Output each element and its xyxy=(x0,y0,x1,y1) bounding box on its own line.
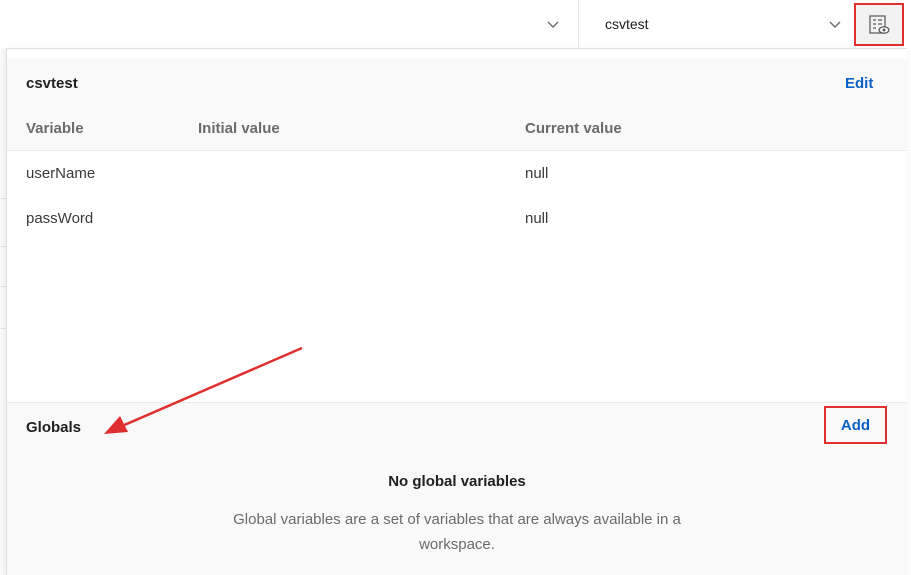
variable-current-value: null xyxy=(525,210,549,227)
column-header-variable: Variable xyxy=(26,120,84,137)
top-bar: csvtest xyxy=(0,0,911,48)
add-global-button[interactable]: Add xyxy=(824,406,887,444)
column-header-initial-value: Initial value xyxy=(198,120,280,137)
chevron-down-icon xyxy=(547,21,559,28)
globals-title: Globals xyxy=(26,419,82,436)
environment-quick-look-icon xyxy=(869,14,890,34)
chevron-down-icon xyxy=(829,21,841,28)
variable-row: userName null xyxy=(7,151,907,195)
variable-name: passWord xyxy=(26,210,94,227)
variable-row: passWord null xyxy=(7,196,907,240)
empty-state-description: Global variables are a set of variables … xyxy=(233,511,681,553)
empty-state-title: No global variables xyxy=(388,473,526,490)
globals-section: Globals Add No global variables Global v… xyxy=(7,402,907,575)
environment-quick-look-panel: csvtest Edit Variable Initial value Curr… xyxy=(6,48,907,575)
workspace-selector[interactable] xyxy=(0,0,578,48)
environment-selector-value: csvtest xyxy=(605,16,649,32)
environment-selector[interactable]: csvtest xyxy=(579,0,851,48)
variable-current-value: null xyxy=(525,165,549,182)
variable-name: userName xyxy=(26,165,96,182)
environment-name: csvtest xyxy=(26,75,78,92)
edit-environment-link[interactable]: Edit xyxy=(845,75,873,92)
column-header-current-value: Current value xyxy=(525,120,622,137)
environment-quick-look-button[interactable] xyxy=(854,3,904,46)
environment-section-header: csvtest Edit Variable Initial value Curr… xyxy=(7,59,907,151)
